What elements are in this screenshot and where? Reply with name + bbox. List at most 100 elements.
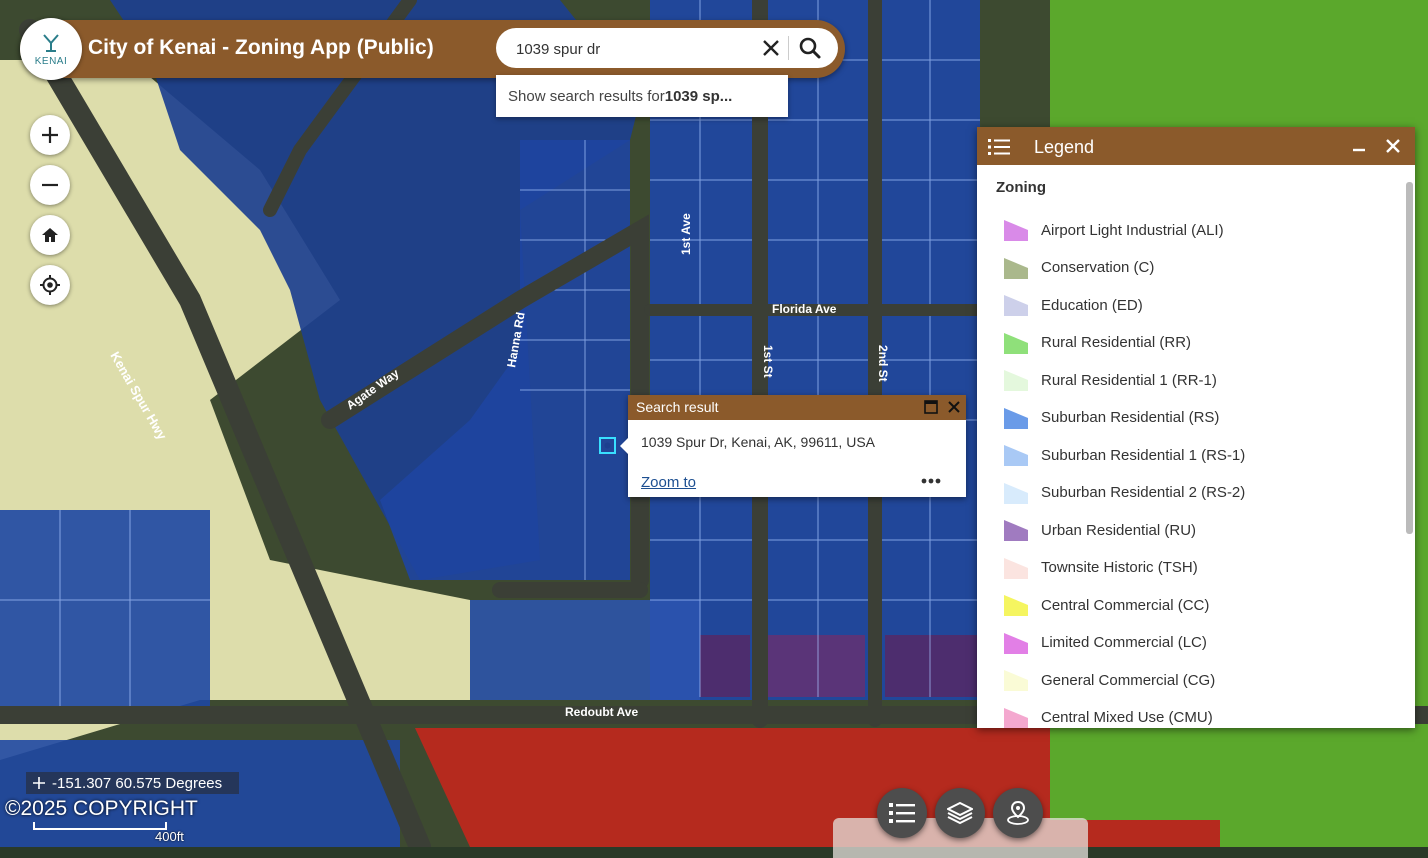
legend-item: Urban Residential (RU)	[1003, 516, 1196, 544]
legend-item: Central Mixed Use (CMU)	[1003, 704, 1213, 728]
kenai-logo: KENAI	[20, 18, 82, 80]
locate-icon	[40, 275, 60, 295]
home-icon	[42, 228, 58, 242]
legend-item-label: Townsite Historic (TSH)	[1041, 559, 1198, 576]
legend-item-label: Rural Residential (RR)	[1041, 334, 1192, 351]
legend-group-zoning: Zoning	[996, 179, 1046, 196]
legend-scrollbar[interactable]	[1406, 182, 1413, 534]
search-divider	[788, 36, 789, 60]
legend-item-label: Central Commercial (CC)	[1041, 596, 1210, 614]
legend-item: Conservation (C)	[1003, 254, 1154, 282]
legend-swatch-icon	[1004, 445, 1028, 466]
legend-item-label: Suburban Residential 2 (RS-2)	[1041, 484, 1246, 501]
legend-body[interactable]: Zoning Airport Light Industrial (ALI) Con…	[977, 165, 1407, 728]
logo-text: KENAI	[34, 55, 68, 67]
zone-urban-residential-2	[768, 635, 865, 697]
legend-item-label: Rural Residential 1 (RR-1)	[1041, 371, 1217, 389]
close-popup-icon[interactable]	[947, 400, 961, 414]
legend-swatch-icon	[1004, 632, 1028, 654]
legend-item: Education (ED)	[1003, 291, 1143, 319]
popup-title: Search result	[636, 399, 719, 415]
legend-item-label: Urban Residential (RU)	[1041, 521, 1197, 539]
scale-bar	[33, 822, 167, 830]
legend-swatch-icon	[1004, 407, 1028, 429]
search-input[interactable]	[514, 37, 753, 61]
legend-item: Rural Residential (RR)	[1003, 329, 1191, 357]
clear-search-icon[interactable]	[759, 36, 783, 60]
coordinate-readout: -151.307 60.575 Degrees	[26, 772, 239, 794]
locate-button[interactable]	[30, 265, 70, 305]
legend-item: Suburban Residential 1 (RS-1)	[1003, 441, 1245, 469]
legend-swatch-icon	[1004, 220, 1028, 241]
legend-list-icon	[988, 139, 1010, 155]
legend-swatch-icon	[1004, 520, 1028, 541]
legend-item-label: Education (ED)	[1041, 296, 1143, 314]
legend-title: Legend	[1034, 137, 1095, 157]
layers-tool-button[interactable]	[935, 788, 985, 838]
layers-icon	[947, 801, 973, 825]
minimize-icon[interactable]	[1352, 140, 1366, 154]
legend-item-label: Suburban Residential (RS)	[1041, 409, 1220, 426]
legend-item-label: Conservation (C)	[1041, 259, 1155, 276]
legend-swatch-icon	[1004, 257, 1028, 279]
crosshair-icon	[33, 777, 45, 789]
popup-header: Search result	[628, 395, 966, 420]
legend-item: Central Commercial (CC)	[1003, 591, 1209, 619]
road-label-florida-ave: Florida Ave	[772, 302, 837, 316]
home-button[interactable]	[30, 215, 70, 255]
search-result-popup: Search result 1039 Spur Dr, Kenai, AK, 9…	[620, 395, 966, 497]
legend-item: Rural Residential 1 (RR-1)	[1003, 366, 1217, 394]
zone-urban-residential-1	[700, 635, 750, 697]
legend-item-label: Limited Commercial (LC)	[1041, 634, 1207, 651]
legend-swatch-icon	[1004, 707, 1028, 728]
legend-header: Legend	[977, 127, 1415, 165]
legend-tool-button[interactable]	[877, 788, 927, 838]
legend-item-label: Suburban Residential 1 (RS-1)	[1041, 446, 1246, 464]
popup-address: 1039 Spur Dr, Kenai, AK, 99611, USA	[641, 434, 876, 450]
legend-item: Suburban Residential (RS)	[1003, 404, 1219, 432]
legend-item: General Commercial (CG)	[1003, 666, 1215, 694]
maximize-icon[interactable]	[924, 400, 938, 414]
legend-swatch-icon	[1004, 370, 1028, 391]
close-legend-icon[interactable]	[1385, 138, 1401, 154]
zone-suburban-residential-south	[470, 600, 700, 700]
legend-item-label: General Commercial (CG)	[1041, 671, 1216, 689]
legend-item: Suburban Residential 2 (RS-2)	[1003, 479, 1245, 507]
popup-pointer	[620, 437, 629, 455]
map-pin-icon	[1007, 800, 1029, 825]
legend-item-label: Central Mixed Use (CMU)	[1041, 709, 1213, 726]
legend-swatch-icon	[1004, 332, 1028, 354]
legend-swatch-icon	[1004, 595, 1028, 616]
road-label-1st-st: 1st St	[761, 345, 775, 378]
road-label-redoubt-ave: Redoubt Ave	[565, 705, 638, 719]
legend-swatch-icon	[1004, 482, 1028, 504]
copyright-text: ©2025 COPYRIGHT	[5, 797, 198, 820]
kenai-logo-icon	[43, 33, 59, 52]
legend-item-label: Airport Light Industrial (ALI)	[1041, 221, 1224, 239]
list-icon	[889, 803, 915, 823]
search-icon[interactable]	[796, 35, 824, 61]
search-box	[496, 28, 838, 68]
zone-urban-residential-3	[885, 635, 977, 697]
road-label-1st-ave: 1st Ave	[679, 213, 693, 255]
coordinate-text: -151.307 60.575 Degrees	[52, 774, 223, 792]
app-title: City of Kenai - Zoning App (Public)	[88, 36, 434, 59]
more-options-icon[interactable]	[918, 473, 946, 489]
zoom-in-button[interactable]	[30, 115, 70, 155]
legend-swatch-icon	[1004, 557, 1028, 579]
suggestion-term: 1039 sp...	[664, 87, 733, 105]
road-label-2nd-st: 2nd St	[876, 345, 890, 382]
legend-item: Townsite Historic (TSH)	[1003, 554, 1198, 582]
legend-swatch-icon	[1004, 670, 1028, 691]
legend-swatch-icon	[1004, 295, 1028, 316]
search-suggestion[interactable]: Show search results for 1039 sp...	[496, 75, 788, 117]
selected-location-dot	[604, 442, 611, 449]
zoom-out-button[interactable]	[30, 165, 70, 205]
zoom-to-link[interactable]: Zoom to	[641, 474, 696, 491]
minus-icon	[42, 183, 58, 187]
zone-suburban-residential-sw	[0, 510, 210, 710]
location-tool-button[interactable]	[993, 788, 1043, 838]
legend-panel: Legend Zoning Airport Light Industrial (…	[977, 127, 1415, 728]
plus-icon	[42, 127, 58, 143]
legend-item: Limited Commercial (LC)	[1003, 629, 1207, 657]
